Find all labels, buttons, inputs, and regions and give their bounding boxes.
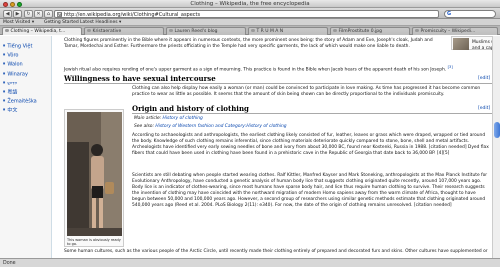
section-heading-sexual-intercourse: Willingness to have sexual intercourse — [64, 74, 492, 84]
tab-label: T R U M A N — [256, 29, 284, 34]
forward-icon[interactable]: ▶ — [13, 9, 22, 18]
photo-caption: This woman is obviously ready to go. — [67, 238, 121, 246]
tab-filmprostitute[interactable]: FilmProstitute 0.jpg — [330, 27, 410, 35]
muslims-prayer-image[interactable] — [453, 38, 469, 50]
main-article-link[interactable]: History of clothing — [163, 116, 203, 121]
status-text: Done — [3, 260, 16, 266]
sexual-intercourse-paragraph: Clothing can also help display how easil… — [132, 86, 481, 97]
see-also-prefix: See also: — [134, 124, 156, 129]
back-icon[interactable]: ◀ — [3, 9, 12, 18]
language-sidebar: Tiếng Việt Võro Walon Winaray ייִדיש 粵語 … — [0, 36, 52, 258]
edit-section-link[interactable]: [edit] — [478, 106, 490, 111]
window-titlebar: Clothing – Wikipedia, the free encyclope… — [0, 0, 500, 8]
tab-label: Lauren Reed's blog — [174, 29, 218, 34]
home-icon[interactable]: ⌂ — [44, 9, 53, 18]
tab-lauren-reed-blog[interactable]: Lauren Reed's blog — [166, 27, 246, 35]
page-viewport: Tiếng Việt Võro Walon Winaray ייִדיש 粵語 … — [0, 36, 500, 258]
navigation-toolbar: ◀ ▶ ↻ ✕ ⌂ W http://en.wikipedia.org/wiki… — [0, 8, 500, 19]
tab-favicon-icon — [87, 28, 91, 33]
tab-favicon-icon — [333, 28, 337, 33]
intro-paragraph: Clothing figures prominently in the Bibl… — [64, 38, 433, 49]
status-bar: Done — [0, 258, 500, 267]
tab-favicon-icon — [169, 28, 173, 33]
origin-paragraph-2: Scientists are still debating when peopl… — [132, 173, 488, 208]
google-search-icon: G — [447, 11, 452, 17]
language-link[interactable]: 粵語 — [3, 88, 37, 97]
tab-truman[interactable]: T R U M A N — [248, 27, 328, 35]
language-link[interactable]: Žemaitėška — [3, 97, 36, 106]
bookmarks-toolbar: Most Visited ▾ Getting Started Latest He… — [0, 19, 500, 26]
woman-photo[interactable] — [67, 112, 122, 236]
bookmark-latest-headlines[interactable]: Latest Headlines ▾ — [80, 20, 121, 25]
article-content: Clothing figures prominently in the Bibl… — [56, 36, 500, 258]
tab-favicon-icon — [5, 28, 9, 33]
jewish-ritual-paragraph: Jewish ritual also requires rending of o… — [64, 64, 494, 73]
language-link[interactable]: Võro — [3, 51, 37, 60]
reload-icon[interactable]: ↻ — [24, 9, 33, 18]
tab-promiscuity[interactable]: Promiscuity – Wikipedi... — [412, 27, 498, 35]
edit-section-link[interactable]: [edit] — [478, 76, 490, 81]
tab-kristaerative[interactable]: Kristaerative — [84, 27, 164, 35]
search-box[interactable]: G — [444, 9, 496, 18]
tab-label: Clothing – Wikipedia, t... — [10, 29, 66, 34]
tab-label: Promiscuity – Wikipedi... — [420, 29, 476, 34]
main-article-prefix: Main article: — [134, 116, 163, 121]
bookmark-most-visited[interactable]: Most Visited ▾ — [3, 20, 34, 25]
arctic-paragraph: Some human cultures, such as the various… — [64, 249, 488, 254]
see-also-links[interactable]: History of Western fashion and Category:… — [155, 124, 286, 129]
tab-favicon-icon — [415, 28, 419, 33]
see-also-note: See also: History of Western fashion and… — [134, 124, 490, 130]
bookmark-getting-started[interactable]: Getting Started — [44, 20, 79, 25]
address-bar[interactable]: W http://en.wikipedia.org/wiki/Clothing#… — [54, 9, 439, 18]
jewish-ritual-text: Jewish ritual also requires rending of o… — [64, 67, 447, 73]
wikipedia-favicon-icon: W — [57, 11, 63, 17]
tab-label: FilmProstitute 0.jpg — [338, 29, 382, 34]
stop-icon[interactable]: ✕ — [34, 9, 43, 18]
language-link[interactable]: 中文 — [3, 106, 37, 115]
tab-bar: Clothing – Wikipedia, t... Kristaerative… — [0, 26, 500, 35]
main-article-note: Main article: History of clothing — [134, 116, 490, 122]
tab-favicon-icon — [251, 28, 255, 33]
origin-paragraph-1: According to archaeologists and anthropo… — [132, 133, 489, 156]
language-link[interactable]: Tiếng Việt — [3, 42, 37, 51]
photo-thumbnail: This woman is obviously ready to go. — [64, 109, 124, 247]
language-link[interactable]: Winaray — [3, 70, 37, 79]
section-heading-origin: Origin and history of clothing — [132, 104, 492, 114]
vertical-scrollbar[interactable] — [492, 36, 500, 258]
citation-link[interactable]: [3] — [448, 65, 453, 69]
language-link[interactable]: Walon — [3, 60, 37, 69]
window-title: Clothing – Wikipedia, the free encyclope… — [190, 1, 310, 7]
tab-clothing[interactable]: Clothing – Wikipedia, t... — [2, 27, 82, 35]
language-link[interactable]: ייִדיש — [3, 79, 37, 88]
tab-label: Kristaerative — [92, 29, 122, 34]
scrollbar-thumb[interactable] — [494, 122, 500, 138]
url-text[interactable]: http://en.wikipedia.org/wiki/Clothing#Cu… — [64, 12, 200, 18]
